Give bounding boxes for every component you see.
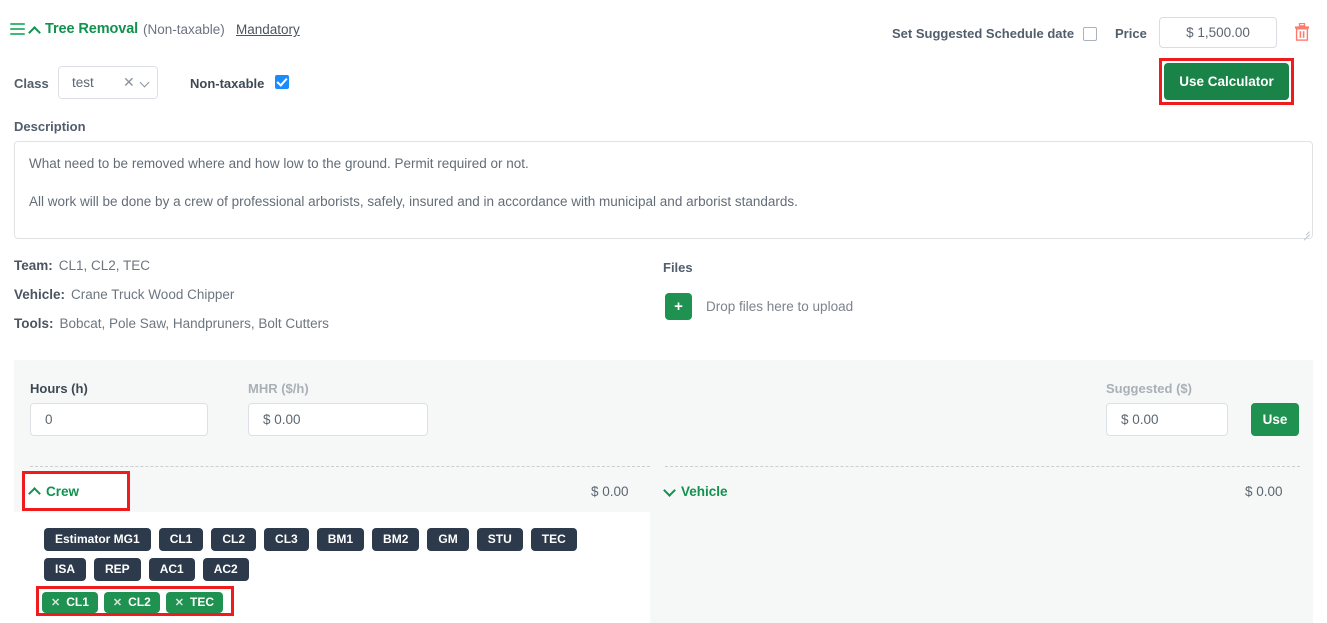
vehicle-value: Crane Truck Wood Chipper: [71, 287, 235, 302]
class-select-value: test: [72, 75, 94, 90]
trash-icon[interactable]: [1294, 22, 1310, 41]
chevron-up-icon[interactable]: [30, 24, 41, 35]
crew-chip[interactable]: TEC: [530, 528, 577, 552]
price-label: Price: [1115, 26, 1147, 41]
set-suggested-schedule-label: Set Suggested Schedule date: [892, 26, 1075, 41]
vehicle-row: Vehicle: Crane Truck Wood Chipper: [14, 287, 329, 316]
price-input[interactable]: $ 1,500.00: [1159, 17, 1277, 48]
non-taxable-checkbox[interactable]: [275, 75, 289, 89]
description-paragraph-2: All work will be done by a crew of profe…: [29, 193, 798, 209]
crew-chip[interactable]: AC2: [202, 558, 249, 582]
chevron-down-icon: [665, 487, 675, 497]
selected-crew-chip-label: TEC: [190, 595, 214, 609]
team-value: CL1, CL2, TEC: [58, 258, 151, 273]
service-header-bar: Tree Removal (Non-taxable) Mandatory Set…: [0, 0, 1327, 56]
crew-chip[interactable]: ISA: [44, 558, 87, 582]
tools-row: Tools: Bobcat, Pole Saw, Handpruners, Bol…: [14, 316, 329, 345]
crew-chip-row: ISA REP AC1 AC2: [44, 558, 634, 582]
selected-crew-chip[interactable]: ✕ CL1: [42, 592, 98, 614]
team-label: Team:: [14, 258, 53, 273]
crew-selected-chips: ✕ CL1 ✕ CL2 ✕ TEC: [42, 592, 223, 614]
chevron-up-icon: [30, 487, 40, 497]
vehicle-divider: [665, 466, 1300, 467]
crew-available-chips: Estimator MG1 CL1 CL2 CL3 BM1 BM2 GM STU…: [44, 528, 634, 588]
crew-chip[interactable]: BM1: [316, 528, 365, 552]
vehicle-section-toggle[interactable]: Vehicle: [665, 484, 728, 499]
class-label: Class: [14, 76, 49, 91]
selected-crew-chip-label: CL2: [128, 595, 151, 609]
use-calculator-button[interactable]: Use Calculator: [1164, 63, 1289, 100]
crew-chip[interactable]: AC1: [148, 558, 195, 582]
hamburger-icon[interactable]: [10, 23, 25, 35]
crew-chip[interactable]: BM2: [372, 528, 420, 552]
selected-crew-chip-label: CL1: [66, 595, 89, 609]
vehicle-label: Vehicle:: [14, 287, 66, 302]
use-suggested-button[interactable]: Use: [1251, 403, 1299, 436]
tools-value: Bobcat, Pole Saw, Handpruners, Bolt Cutt…: [59, 316, 329, 331]
chevron-down-icon[interactable]: [141, 79, 150, 88]
class-select[interactable]: test ✕: [58, 66, 158, 99]
plus-icon[interactable]: +: [665, 293, 692, 320]
crew-panel: Estimator MG1 CL1 CL2 CL3 BM1 BM2 GM STU…: [14, 512, 650, 623]
mhr-label: MHR ($/h): [248, 381, 309, 396]
suggested-input[interactable]: $ 0.00: [1106, 403, 1228, 436]
tools-label: Tools:: [14, 316, 54, 331]
file-dropzone[interactable]: + Drop files here to upload: [665, 293, 853, 320]
crew-section-title: Crew: [46, 484, 80, 499]
files-label: Files: [663, 260, 693, 275]
crew-chip[interactable]: GM: [427, 528, 469, 552]
crew-chip[interactable]: CL1: [158, 528, 204, 552]
crew-divider: [30, 466, 650, 467]
hours-input[interactable]: 0: [30, 403, 208, 436]
set-suggested-schedule-checkbox[interactable]: [1083, 27, 1097, 41]
non-taxable-label: Non-taxable: [190, 76, 265, 91]
crew-chip[interactable]: STU: [476, 528, 523, 552]
crew-chip[interactable]: REP: [94, 558, 141, 582]
page-title: Tree Removal: [45, 21, 139, 37]
selected-crew-chip[interactable]: ✕ CL2: [103, 592, 160, 614]
description-label: Description: [14, 119, 86, 134]
crew-chip[interactable]: CL2: [211, 528, 257, 552]
crew-chip[interactable]: CL3: [264, 528, 309, 552]
crew-section-toggle[interactable]: Crew: [30, 484, 79, 499]
description-textarea[interactable]: What need to be removed where and how lo…: [14, 141, 1313, 239]
file-dropzone-text: Drop files here to upload: [706, 299, 854, 314]
crew-amount: $ 0.00: [591, 484, 629, 499]
suggested-label: Suggested ($): [1106, 381, 1192, 396]
crew-chip-row: Estimator MG1 CL1 CL2 CL3 BM1 BM2 GM STU…: [44, 528, 634, 552]
tax-status-note: (Non-taxable): [143, 22, 225, 37]
close-icon[interactable]: ✕: [123, 74, 135, 91]
description-paragraph-1: What need to be removed where and how lo…: [29, 156, 529, 171]
mandatory-link[interactable]: Mandatory: [236, 22, 300, 37]
team-row: Team: CL1, CL2, TEC: [14, 258, 329, 287]
selected-crew-chip[interactable]: ✕ TEC: [165, 592, 223, 614]
vehicle-amount: $ 0.00: [1245, 484, 1283, 499]
close-icon[interactable]: ✕: [51, 597, 60, 609]
close-icon[interactable]: ✕: [113, 597, 122, 609]
assignment-summary: Team: CL1, CL2, TEC Vehicle: Crane Truck W…: [14, 258, 329, 345]
crew-chip[interactable]: Estimator MG1: [44, 528, 151, 552]
vehicle-section-title: Vehicle: [681, 484, 728, 499]
mhr-input[interactable]: $ 0.00: [248, 403, 428, 436]
close-icon[interactable]: ✕: [175, 597, 184, 609]
hours-label: Hours (h): [30, 381, 88, 396]
